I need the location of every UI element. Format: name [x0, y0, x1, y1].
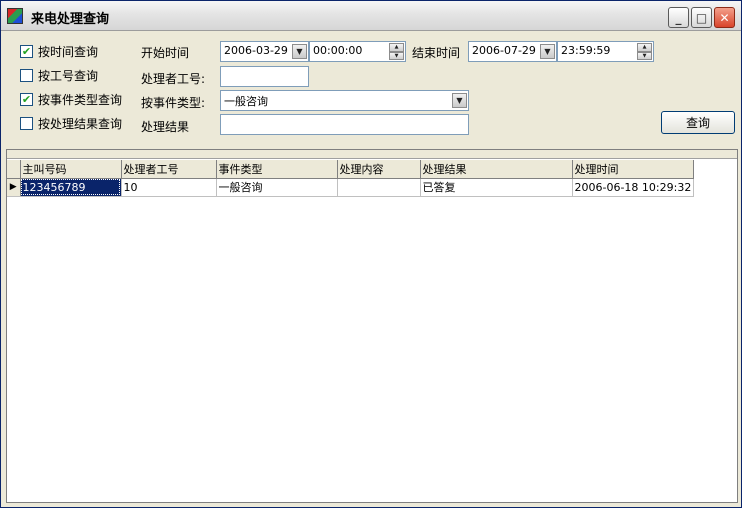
- filter-panel: ✔ 按时间查询 开始时间 2006-03-29 ▼ 00:00:00 ▲ ▼ 结束…: [6, 33, 738, 143]
- close-icon: ✕: [719, 10, 730, 25]
- end-time-label: 结束时间: [412, 46, 461, 60]
- title-bar[interactable]: 来电处理查询 _ □ ✕: [1, 1, 741, 31]
- spin-down-icon[interactable]: ▼: [637, 51, 652, 60]
- chevron-down-icon[interactable]: ▼: [292, 44, 307, 59]
- operator-id-label: 处理者工号:: [141, 72, 206, 86]
- window-title: 来电处理查询: [31, 12, 110, 27]
- query-button[interactable]: 查询: [661, 111, 735, 134]
- start-time-value: 00:00:00: [313, 44, 363, 57]
- minimize-icon: _: [675, 10, 682, 25]
- start-time-input[interactable]: 00:00:00 ▲ ▼: [309, 41, 406, 62]
- result-filter-checkbox[interactable]: 按处理结果查询: [20, 115, 122, 131]
- start-date-picker[interactable]: 2006-03-29 ▼: [220, 41, 309, 62]
- column-header[interactable]: 处理内容: [337, 160, 421, 179]
- table-cell[interactable]: 10: [121, 178, 217, 197]
- app-icon: [7, 8, 23, 24]
- checkbox-box: [20, 68, 33, 82]
- check-icon: ✔: [20, 92, 33, 106]
- spin-up-icon[interactable]: ▲: [389, 43, 404, 52]
- operator-filter-checkbox[interactable]: 按工号查询: [20, 67, 98, 83]
- row-pointer-icon: ▶: [7, 178, 21, 197]
- result-input[interactable]: [220, 114, 469, 135]
- end-date-picker[interactable]: 2006-07-29 ▼: [468, 41, 557, 62]
- event-type-filter-checkbox[interactable]: ✔ 按事件类型查询: [20, 91, 122, 107]
- end-time-input[interactable]: 23:59:59 ▲ ▼: [557, 41, 654, 62]
- column-header[interactable]: 处理者工号: [121, 160, 217, 179]
- table-cell[interactable]: 2006-06-18 10:29:32: [572, 178, 695, 197]
- spin-buttons[interactable]: ▲ ▼: [389, 43, 404, 60]
- close-button[interactable]: ✕: [714, 7, 735, 28]
- header-row: 主叫号码 处理者工号 事件类型 处理内容 处理结果 处理时间: [7, 160, 695, 179]
- table-cell[interactable]: 123456789: [20, 178, 122, 197]
- maximize-button[interactable]: □: [691, 7, 712, 28]
- start-date-value: 2006-03-29: [224, 44, 288, 57]
- end-date-value: 2006-07-29: [472, 44, 536, 57]
- time-filter-checkbox[interactable]: ✔ 按时间查询: [20, 43, 98, 59]
- checkbox-box: [20, 116, 33, 130]
- column-header[interactable]: 处理时间: [572, 160, 695, 179]
- results-table: 主叫号码 处理者工号 事件类型 处理内容 处理结果 处理时间 ▶ 1234567…: [7, 160, 695, 197]
- results-grid[interactable]: 主叫号码 处理者工号 事件类型 处理内容 处理结果 处理时间 ▶ 1234567…: [6, 149, 738, 503]
- row-indicator-header: [7, 160, 21, 179]
- time-filter-label: 按时间查询: [38, 44, 99, 59]
- event-type-value: 一般咨询: [224, 95, 268, 108]
- column-header[interactable]: 处理结果: [420, 160, 573, 179]
- column-header[interactable]: 主叫号码: [20, 160, 122, 179]
- check-icon: ✔: [20, 44, 33, 58]
- event-type-filter-label: 按事件类型查询: [38, 92, 123, 107]
- chevron-down-icon[interactable]: ▼: [540, 44, 555, 59]
- grid-top-strip: [7, 150, 737, 159]
- result-filter-label: 按处理结果查询: [38, 116, 123, 131]
- spin-up-icon[interactable]: ▲: [637, 43, 652, 52]
- chevron-down-icon[interactable]: ▼: [452, 93, 467, 108]
- maximize-icon: □: [695, 10, 708, 25]
- event-type-label: 按事件类型:: [141, 96, 206, 110]
- spin-down-icon[interactable]: ▼: [389, 51, 404, 60]
- result-label: 处理结果: [141, 120, 190, 134]
- operator-id-input[interactable]: [220, 66, 309, 87]
- table-cell[interactable]: 一般咨询: [216, 178, 338, 197]
- operator-filter-label: 按工号查询: [38, 68, 99, 83]
- table-cell[interactable]: 已答复: [420, 178, 573, 197]
- table-cell[interactable]: [337, 178, 421, 197]
- spin-buttons[interactable]: ▲ ▼: [637, 43, 652, 60]
- table-row[interactable]: ▶ 123456789 10 一般咨询 已答复 2006-06-18 10:29…: [7, 178, 695, 197]
- minimize-button[interactable]: _: [668, 7, 689, 28]
- end-time-value: 23:59:59: [561, 44, 611, 57]
- main-window: 来电处理查询 _ □ ✕ ✔ 按时间查询 开始时间 2006-03-29 ▼ 0…: [0, 0, 742, 508]
- start-time-label: 开始时间: [141, 46, 190, 60]
- column-header[interactable]: 事件类型: [216, 160, 338, 179]
- event-type-select[interactable]: 一般咨询 ▼: [220, 90, 469, 111]
